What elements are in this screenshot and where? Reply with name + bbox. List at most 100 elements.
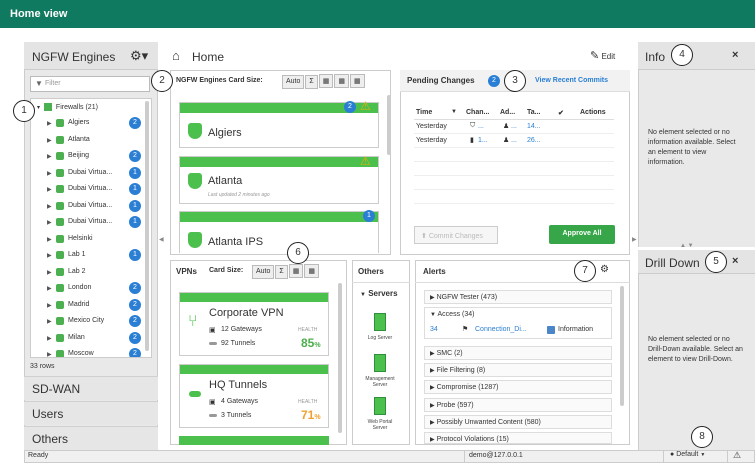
tree-item[interactable]: ▶ Dubai Virtua... 1 [31, 182, 151, 198]
expand-icon[interactable]: ▶ [47, 318, 52, 325]
tree-item[interactable]: ▶ Madrid 2 [31, 298, 151, 314]
vpn-card[interactable]: ⑂ Corporate VPN ▣ 12 Gateways 92 Tunnels… [179, 292, 329, 356]
col-admin[interactable]: Ad... [500, 109, 515, 116]
tree-scrollbar[interactable] [145, 101, 149, 351]
expand-icon[interactable]: ▶ [47, 137, 52, 144]
servers-group[interactable]: ▼ Servers [360, 289, 398, 298]
expand-icon[interactable]: ▶ [47, 252, 52, 259]
tree-item[interactable]: ▶ Lab 1 1 [31, 248, 151, 264]
table-row[interactable]: Yesterday ▮ 1... ♟ ... 26... [414, 134, 614, 148]
col-time[interactable]: Time [416, 109, 432, 116]
tree-item-label: London [68, 284, 92, 291]
alert-name: Connection_Di... [475, 326, 527, 333]
expand-icon[interactable]: ▶ [47, 153, 52, 160]
warning-status-icon[interactable]: ⚠ [733, 450, 741, 461]
tree-item[interactable]: ▶ Milan 2 [31, 331, 151, 347]
edit-button[interactable]: ✎ Edit [590, 49, 615, 62]
home-title: Home [192, 50, 225, 64]
auto-size-button[interactable]: Auto [282, 75, 305, 89]
tree-item[interactable]: ▶ Lab 2 [31, 265, 151, 281]
tree-root[interactable]: ▾ Firewalls (21) [37, 103, 98, 111]
alert-group[interactable]: ▶ Compromise (1287) [424, 380, 612, 394]
tree-item[interactable]: ▶ Dubai Virtua... 1 [31, 199, 151, 215]
grid-small-icon[interactable]: ▦ [318, 74, 334, 88]
alert-group[interactable]: ▶ SMC (2) [424, 346, 612, 360]
theme-selector[interactable]: ● Default ▼ [670, 451, 705, 458]
grid-medium-icon[interactable]: ▦ [334, 74, 349, 88]
alerts-settings-icon[interactable]: ⚙ [600, 264, 609, 275]
col-approved[interactable]: ✔ [558, 109, 564, 117]
web-portal-server-icon[interactable] [374, 397, 386, 415]
vpn-topology-icon: ⑂ [188, 313, 198, 330]
section-others[interactable]: Others [24, 426, 158, 450]
expand-icon[interactable]: ▶ [47, 302, 52, 309]
collapse-left-handle[interactable]: ◀ [159, 236, 164, 243]
alert-count-badge: 2 [129, 282, 141, 294]
alerts-scrollbar[interactable] [620, 286, 624, 406]
tree-item[interactable]: ▶ London 2 [31, 281, 151, 297]
firewall-icon [56, 333, 64, 342]
expand-icon[interactable]: ▶ [47, 186, 52, 193]
tree-item[interactable]: ▶ Beijing 2 [31, 149, 151, 165]
tree-item[interactable]: ▶ Moscow 2 [31, 347, 151, 357]
expand-icon[interactable]: ▶ [47, 285, 52, 292]
expand-icon[interactable]: ▶ [47, 335, 52, 342]
expand-icon[interactable]: ▶ [47, 269, 52, 276]
expand-icon[interactable]: ▶ [47, 219, 52, 226]
home-icon[interactable]: ⌂ [172, 48, 180, 63]
chat-icon: ● [670, 451, 675, 458]
expand-icon[interactable]: ▶ [47, 351, 52, 357]
alert-count-badge: 1 [129, 166, 141, 179]
vpns-scrollbar[interactable] [338, 283, 342, 433]
alert-group[interactable]: ▶ Protocol Violations (15) [424, 432, 612, 444]
expand-icon[interactable]: ▶ [47, 236, 52, 243]
tree-item[interactable]: ▶ Algiers 2 [31, 116, 151, 132]
engine-card[interactable]: Atlanta Last updated 2 minutes ago [179, 156, 379, 204]
alert-detail-row[interactable]: 34 ⚑ Connection_Di... Information [430, 325, 610, 337]
info-close-icon[interactable]: × [732, 49, 738, 61]
filter-field[interactable]: ▼ Filter [30, 76, 150, 92]
engines-scrollbar[interactable] [387, 95, 391, 155]
alert-group[interactable]: ▶ File Filtering (8) [424, 363, 612, 377]
view-recent-commits-link[interactable]: View Recent Commits [535, 77, 608, 84]
alert-group[interactable]: ▶ NGFW Tester (473) [424, 290, 612, 304]
vpn-grid-medium-icon[interactable]: ▦ [288, 264, 304, 278]
section-sd-wan[interactable]: SD-WAN [24, 376, 158, 400]
tree-item[interactable]: ▶ Dubai Virtua... 1 [31, 215, 151, 231]
edit-icon: ✎ [590, 50, 600, 62]
tree-item[interactable]: ▶ Helsinki [31, 232, 151, 248]
col-actions[interactable]: Actions [580, 109, 606, 116]
alert-group[interactable]: ▶ Probe (597) [424, 398, 612, 412]
sum-button[interactable]: Σ [305, 75, 318, 89]
expand-icon: ▶ [430, 295, 435, 301]
alert-group-open[interactable]: ▼ Access (34) 34 ⚑ Connection_Di... Info… [424, 307, 612, 339]
vpn-grid-large-icon[interactable]: ▦ [304, 264, 319, 278]
management-server-icon[interactable] [374, 354, 386, 372]
engine-card[interactable]: Atlanta IPS [179, 211, 379, 253]
expand-icon[interactable]: ▶ [47, 203, 52, 210]
sort-icon[interactable]: ▼ [451, 109, 457, 115]
col-changes[interactable]: Chan... [466, 109, 489, 116]
expand-icon[interactable]: ▶ [47, 120, 52, 127]
col-target[interactable]: Ta... [527, 109, 540, 116]
tunnel-icon [209, 342, 217, 345]
gear-menu-icon[interactable]: ⚙▾ [130, 48, 148, 64]
splitter-handle[interactable]: ▲ ▼ [680, 243, 694, 249]
tree-item[interactable]: ▶ Dubai Virtua... 1 [31, 166, 151, 182]
table-row[interactable]: Yesterday ⛉ ... ♟ ... 14... [414, 120, 614, 134]
section-users[interactable]: Users [24, 401, 158, 425]
commit-changes-button[interactable]: ⬆ Commit Changes [414, 226, 498, 244]
expand-icon[interactable]: ▶ [47, 170, 52, 177]
tree-item[interactable]: ▶ Atlanta [31, 133, 151, 149]
vpn-sum-button[interactable]: Σ [275, 265, 288, 279]
vpn-auto-size-button[interactable]: Auto [252, 265, 275, 279]
vpn-card-size-label: Card Size: [209, 267, 244, 274]
alert-group[interactable]: ▶ Possibly Unwanted Content (580) [424, 415, 612, 429]
vpn-card[interactable]: HQ Tunnels ▣ 4 Gateways 3 Tunnels HEALTH… [179, 364, 329, 428]
approve-all-button[interactable]: Approve All [549, 225, 615, 244]
collapse-right-handle[interactable]: ▶ [632, 236, 637, 243]
grid-large-icon[interactable]: ▦ [349, 74, 365, 88]
tree-item[interactable]: ▶ Mexico City 2 [31, 314, 151, 330]
log-server-icon[interactable] [374, 313, 386, 331]
drill-down-close-icon[interactable]: × [732, 255, 738, 267]
